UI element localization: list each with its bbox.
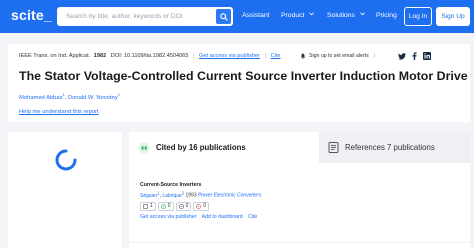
paper-title: The Stator Voltage-Controlled Current So… [19,69,468,83]
search-box [57,7,233,26]
signup-button[interactable]: Sign Up [436,7,470,26]
citing-count-badge[interactable]: 1 [140,201,156,211]
twitter-icon[interactable] [398,52,406,60]
journal-name: IEEE Trans. on Ind. Applicat. [19,53,91,59]
nav-product[interactable]: Product [281,12,315,19]
author-name: Labrique [162,192,182,199]
citation-list-item: Current-Source Inverters Séguier1, Labri… [140,182,460,220]
quote-icon [138,142,150,154]
document-icon [143,203,148,209]
author-affiliation: 2 [181,190,185,195]
nav-solutions[interactable]: Solutions [327,12,365,19]
share-links [398,52,431,60]
top-nav: scite_ Assistant Product Solutions Prici… [0,0,474,33]
share-divider: | [373,53,376,59]
nav-product-label: Product [281,12,305,19]
mentioning-count: 0 [185,203,189,210]
search-input[interactable] [57,13,207,20]
paper-header: IEEE Trans. on Ind. Applicat. 1982 DOI: … [8,44,470,122]
get-access-link[interactable]: Get access via publisher [199,53,260,59]
help-understand-link[interactable]: Help me understand this report [19,109,99,115]
scite-logo[interactable]: scite_ [11,7,52,23]
paper-doi[interactable]: DOI: 10.1109/tia.1982.4504065 [111,53,189,59]
search-icon [219,12,228,21]
author-affiliation: 2 [117,92,120,97]
supporting-count-badge[interactable]: 0 [157,201,174,211]
paper-authors: Mohamed Abbas1, Donald W. Novotny2 [19,92,120,101]
contrasting-count-badge[interactable]: 0 [193,201,210,211]
meta-divider: | [193,53,195,59]
bell-icon [300,53,306,59]
author-link[interactable]: Mohamed Abbas1 [19,92,65,101]
citing-count: 1 [150,203,153,210]
author-name: Donald W. Novotny [67,94,118,101]
citing-paper-authors: Séguier1, Labrique2 1993 Power Electroni… [140,190,460,199]
tab-cited-by-label: Cited by 16 publications [156,143,246,152]
get-access-link[interactable]: Get access via publisher [140,214,197,220]
citing-paper-year: 1993 [185,192,197,199]
email-alerts-label: Sign up to set email alerts [309,53,369,59]
paper-meta: IEEE Trans. on Ind. Applicat. 1982 DOI: … [19,53,281,59]
email-alerts[interactable]: Sign up to set email alerts | [300,53,375,59]
citing-paper-venue[interactable]: Power Electronic Converters [198,193,261,199]
mentioning-count-badge[interactable]: 0 [175,201,192,211]
chevron-down-icon [359,12,365,16]
facebook-icon[interactable] [412,52,417,60]
meta-divider: | [264,53,266,59]
author-link[interactable]: Labrique2 [162,190,185,199]
login-button[interactable]: Log In [404,7,432,26]
cite-link[interactable]: Cite [271,53,281,59]
author-name: Mohamed Abbas [19,94,63,101]
linkedin-icon[interactable] [423,52,431,60]
nav-assistant[interactable]: Assistant [242,12,270,19]
nav-pricing[interactable]: Pricing [376,12,397,19]
nav-solutions-label: Solutions [327,12,355,19]
author-link[interactable]: Séguier1 [140,190,160,199]
check-icon [160,203,166,209]
tab-references-label: References 7 publications [345,143,435,152]
supporting-count: 0 [167,203,171,210]
citations-panel: Cited by 16 publications References 7 pu… [129,132,470,248]
author-link[interactable]: Donald W. Novotny2 [67,92,120,101]
author-name: Séguier [140,192,158,199]
paper-year: 1982 [93,53,107,59]
question-icon [196,203,202,209]
cite-link[interactable]: Cite [248,214,257,220]
references-icon [328,142,339,153]
search-button[interactable] [216,9,231,24]
tab-cited-by[interactable]: Cited by 16 publications [129,132,319,163]
smart-citations-panel [8,132,122,248]
loading-spinner-icon [55,149,77,171]
contrasting-count: 0 [203,203,207,210]
tab-references[interactable]: References 7 publications [319,132,470,163]
list-divider [129,242,470,243]
add-to-dashboard-link[interactable]: Add to dashboard [202,214,243,220]
citation-badges: 1 0 0 0 [140,201,460,211]
mention-icon [178,203,184,209]
chevron-down-icon [309,12,315,16]
citing-paper-title[interactable]: Current-Source Inverters [140,182,460,188]
citation-actions: Get access via publisher Add to dashboar… [140,214,460,220]
